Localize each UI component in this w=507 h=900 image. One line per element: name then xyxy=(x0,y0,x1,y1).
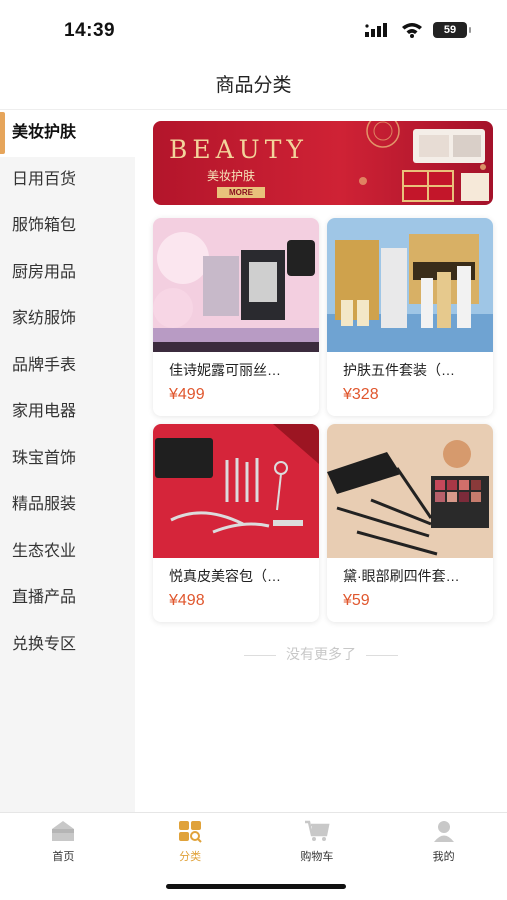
sidebar-item-watches[interactable]: 品牌手表 xyxy=(0,343,135,390)
status-bar: 14:39 59 xyxy=(0,0,507,60)
banner-more-button[interactable]: MORE xyxy=(217,187,265,198)
tab-home[interactable]: 首页 xyxy=(0,813,127,868)
signal-icon xyxy=(365,23,387,37)
sidebar-item-daily-goods[interactable]: 日用百货 xyxy=(0,157,135,204)
product-price: ¥498 xyxy=(169,592,205,609)
cart-icon xyxy=(304,820,330,841)
sidebar-item-home-textiles[interactable]: 家纺服饰 xyxy=(0,296,135,343)
battery-icon: 59 xyxy=(433,22,471,38)
sidebar-item-exchange[interactable]: 兑换专区 xyxy=(0,622,135,669)
sidebar-item-live[interactable]: 直播产品 xyxy=(0,575,135,622)
divider xyxy=(244,654,276,656)
sidebar-item-clothing[interactable]: 精品服装 xyxy=(0,482,135,529)
sidebar-item-kitchen[interactable]: 厨房用品 xyxy=(0,250,135,297)
product-card[interactable]: 悦真皮美容包（… ¥498 xyxy=(153,424,319,622)
banner-subtitle: 美妆护肤 xyxy=(207,169,256,183)
sidebar-item-apparel-bags[interactable]: 服饰箱包 xyxy=(0,203,135,250)
product-name: 护肤五件套装（… xyxy=(343,362,455,378)
product-card[interactable]: 黛·眼部刷四件套… ¥59 xyxy=(327,424,493,622)
tab-cart[interactable]: 购物车 xyxy=(254,813,381,868)
tab-category-label: 分类 xyxy=(179,851,202,863)
category-sidebar: 美妆护肤 日用百货 服饰箱包 厨房用品 家纺服饰 品牌手表 家用电器 珠宝首饰 … xyxy=(0,110,135,812)
product-card[interactable]: 佳诗妮露可丽丝… ¥499 xyxy=(153,218,319,416)
sidebar-item-appliances[interactable]: 家用电器 xyxy=(0,389,135,436)
status-icons: 59 xyxy=(365,22,471,38)
divider xyxy=(366,654,398,656)
sidebar-item-jewelry[interactable]: 珠宝首饰 xyxy=(0,436,135,483)
category-icon xyxy=(179,821,202,843)
product-image xyxy=(153,424,319,558)
product-price: ¥59 xyxy=(343,592,370,609)
banner-decoration xyxy=(359,121,489,202)
product-name: 佳诗妮露可丽丝… xyxy=(169,362,281,378)
profile-icon xyxy=(433,821,454,842)
product-name: 黛·眼部刷四件套… xyxy=(343,568,460,584)
wifi-icon xyxy=(402,23,422,38)
product-image xyxy=(153,218,319,352)
page-title: 商品分类 xyxy=(215,75,292,96)
sidebar-item-beauty[interactable]: 美妆护肤 xyxy=(0,110,135,157)
product-image xyxy=(327,424,493,558)
tab-category[interactable]: 分类 xyxy=(127,813,254,868)
product-image xyxy=(327,218,493,352)
product-card[interactable]: 护肤五件套装（… ¥328 xyxy=(327,218,493,416)
product-price: ¥499 xyxy=(169,386,205,403)
tab-cart-label: 购物车 xyxy=(300,851,334,863)
category-content: BEAUTY 美妆护肤 MORE 佳诗妮露可丽丝… ¥499 护肤五件套装（… … xyxy=(135,110,507,812)
status-time: 14:39 xyxy=(64,20,116,41)
no-more-text: 没有更多了 xyxy=(286,646,356,662)
tab-bar: 首页 分类 购物车 我的 xyxy=(0,812,507,868)
category-banner[interactable]: BEAUTY 美妆护肤 MORE xyxy=(153,121,493,205)
banner-title: BEAUTY xyxy=(169,135,308,164)
home-indicator xyxy=(166,884,346,889)
no-more-indicator: 没有更多了 xyxy=(135,644,507,664)
tab-profile-label: 我的 xyxy=(432,851,455,863)
product-name: 悦真皮美容包（… xyxy=(169,568,281,584)
tab-profile[interactable]: 我的 xyxy=(380,813,507,868)
product-price: ¥328 xyxy=(343,386,379,403)
sidebar-item-agriculture[interactable]: 生态农业 xyxy=(0,529,135,576)
home-icon xyxy=(52,821,75,841)
nav-bar: 商品分类 xyxy=(0,66,507,110)
tab-home-label: 首页 xyxy=(52,851,75,863)
